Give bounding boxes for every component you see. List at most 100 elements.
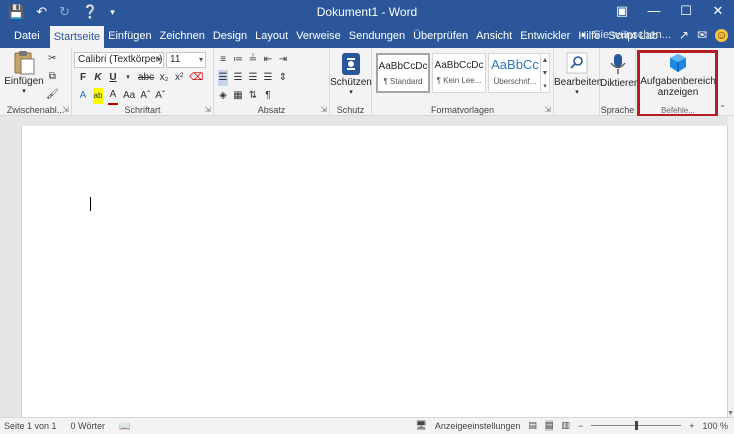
tab-home[interactable]: Startseite <box>49 26 105 48</box>
scroll-down-icon[interactable]: ▼ <box>727 410 734 417</box>
line-spacing-icon[interactable]: ⇕ <box>278 70 288 86</box>
zoom-out-icon[interactable]: − <box>578 421 583 431</box>
styles-gallery-scroller[interactable]: ▲ ▼ ▾ <box>540 53 550 93</box>
tab-mailings[interactable]: Sendungen <box>345 24 409 48</box>
align-left-icon[interactable]: ☰ <box>218 70 228 86</box>
font-group-label: Schriftart <box>124 105 161 115</box>
align-right-icon[interactable]: ☰ <box>248 70 258 86</box>
word-count[interactable]: 0 Wörter <box>71 421 106 432</box>
read-mode-icon[interactable]: ▤ <box>528 420 537 431</box>
clipboard-icon <box>14 51 35 75</box>
format-painter-icon[interactable]: 🖌 <box>46 87 59 103</box>
decrease-indent-icon[interactable]: ⇤ <box>263 52 273 68</box>
paste-button[interactable]: Einfügen ▾ <box>4 50 44 95</box>
vertical-scrollbar[interactable]: ▼ <box>727 116 734 417</box>
lightbulb-icon: ◑ <box>578 29 586 41</box>
search-icon <box>566 52 588 74</box>
display-settings-icon[interactable]: 🖥 <box>415 420 426 431</box>
ribbon-tab-row: Datei Startseite Einfügen Zeichnen Desig… <box>0 24 734 48</box>
style-name: ¶ Standard <box>383 77 423 86</box>
bullets-icon[interactable]: ≡ <box>218 52 228 68</box>
change-case-icon[interactable]: Aa <box>123 88 135 104</box>
numbering-icon[interactable]: ≔ <box>233 52 243 68</box>
font-color-icon[interactable]: A <box>108 87 118 105</box>
dictate-label: Diktieren <box>600 78 640 89</box>
group-protect: Schützen ▾ Schutz <box>330 48 372 116</box>
tab-file[interactable]: Datei <box>4 24 50 48</box>
web-layout-icon[interactable]: ▥ <box>561 420 570 431</box>
multilevel-list-icon[interactable]: ≟ <box>248 52 258 68</box>
clipboard-launcher-icon[interactable]: ⇲ <box>62 105 69 114</box>
align-center-icon[interactable]: ☰ <box>233 70 243 86</box>
zoom-slider-thumb[interactable] <box>635 421 639 430</box>
print-layout-icon[interactable]: ▤ <box>544 420 554 431</box>
text-cursor <box>90 197 91 211</box>
chevron-down-icon[interactable]: ▾ <box>123 70 133 86</box>
style-preview: AaBbCcDc <box>378 61 428 72</box>
grow-font-icon[interactable]: Aˆ <box>140 88 150 104</box>
highlight-annotation <box>637 50 718 117</box>
proofing-icon[interactable]: 📖 <box>119 421 130 432</box>
maximize-icon[interactable]: ☐ <box>670 0 702 24</box>
chevron-down-icon: ▾ <box>198 55 203 64</box>
tab-insert[interactable]: Einfügen <box>104 24 155 48</box>
tell-me-search[interactable]: Sie wünschen... <box>593 29 671 41</box>
zoom-slider[interactable] <box>591 421 682 430</box>
justify-icon[interactable]: ☰ <box>263 70 273 86</box>
font-name-combo[interactable]: Calibri (Textkörper) ▾ <box>74 52 164 68</box>
display-settings-label[interactable]: Anzeigeeinstellungen <box>435 421 521 431</box>
font-size-combo[interactable]: 11 ▾ <box>166 52 206 68</box>
tab-references[interactable]: Verweise <box>292 24 345 48</box>
editing-label: Bearbeiten <box>554 77 603 88</box>
tab-layout[interactable]: Layout <box>251 24 292 48</box>
tab-developer[interactable]: Entwickler <box>516 24 574 48</box>
paragraph-launcher-icon[interactable]: ⇲ <box>320 105 327 114</box>
tab-draw[interactable]: Zeichnen <box>156 24 209 48</box>
tab-review[interactable]: Überprüfen <box>409 24 472 48</box>
tab-view[interactable]: Ansicht <box>472 24 516 48</box>
highlight-color-icon[interactable]: ab <box>93 88 103 104</box>
share-icon[interactable]: ↗ <box>679 28 689 42</box>
page-count[interactable]: Seite 1 von 1 <box>4 421 57 432</box>
copy-icon[interactable]: ⧉ <box>47 69 57 85</box>
show-formatting-icon[interactable]: ¶ <box>263 88 273 104</box>
clear-formatting-icon[interactable]: ⌫ <box>189 70 203 86</box>
tab-design[interactable]: Design <box>209 24 251 48</box>
underline-button[interactable]: U <box>108 70 118 86</box>
text-effects-icon[interactable]: A <box>78 88 88 104</box>
protect-group-label: Schutz <box>336 105 365 115</box>
zoom-in-icon[interactable]: + <box>689 421 694 431</box>
style-no-spacing[interactable]: AaBbCcDc ¶ Kein Lee... <box>432 53 486 93</box>
close-icon[interactable]: ✕ <box>702 0 734 24</box>
group-font: Calibri (Textkörper) ▾ 11 ▾ F K U ▾ abc … <box>72 48 214 116</box>
font-name-value: Calibri (Textkörper) <box>78 54 163 65</box>
zoom-level[interactable]: 100 % <box>702 421 728 431</box>
style-standard[interactable]: AaBbCcDc ¶ Standard <box>376 53 430 93</box>
bold-button[interactable]: F <box>78 70 88 86</box>
document-page[interactable] <box>21 126 728 417</box>
collapse-ribbon-icon[interactable]: ⌃ <box>719 104 726 113</box>
italic-button[interactable]: K <box>93 70 103 86</box>
group-clipboard: Einfügen ▾ ✂ ⧉ 🖌 Zwischenabl... ⇲ <box>0 48 72 116</box>
dictate-button[interactable]: Diktieren <box>600 52 640 89</box>
status-bar: Seite 1 von 1 0 Wörter 📖 🖥 Anzeigeeinste… <box>0 417 734 434</box>
strikethrough-button[interactable]: abc <box>138 70 154 86</box>
protect-button[interactable]: Schützen ▾ <box>330 51 372 96</box>
borders-icon[interactable]: ▦ <box>233 88 243 104</box>
lock-share-icon <box>342 53 360 75</box>
ribbon-display-options-icon[interactable]: ▣ <box>606 0 638 24</box>
comments-icon[interactable]: ✉ <box>697 28 707 42</box>
subscript-icon[interactable]: x₂ <box>159 70 169 86</box>
shrink-font-icon[interactable]: Aˇ <box>155 88 165 104</box>
editing-button[interactable]: Bearbeiten ▾ <box>554 52 603 96</box>
feedback-smiley-icon[interactable]: ☺ <box>715 28 728 42</box>
minimize-icon[interactable]: — <box>638 0 670 24</box>
font-launcher-icon[interactable]: ⇲ <box>204 105 211 114</box>
increase-indent-icon[interactable]: ⇥ <box>278 52 288 68</box>
shading-icon[interactable]: ◈ <box>218 88 228 104</box>
styles-launcher-icon[interactable]: ⇲ <box>544 105 551 114</box>
style-heading[interactable]: AaBbCc Überschrif... <box>488 53 542 93</box>
sort-icon[interactable]: ⇅ <box>248 88 258 104</box>
cut-icon[interactable]: ✂ <box>47 51 57 67</box>
superscript-icon[interactable]: x² <box>174 70 184 86</box>
